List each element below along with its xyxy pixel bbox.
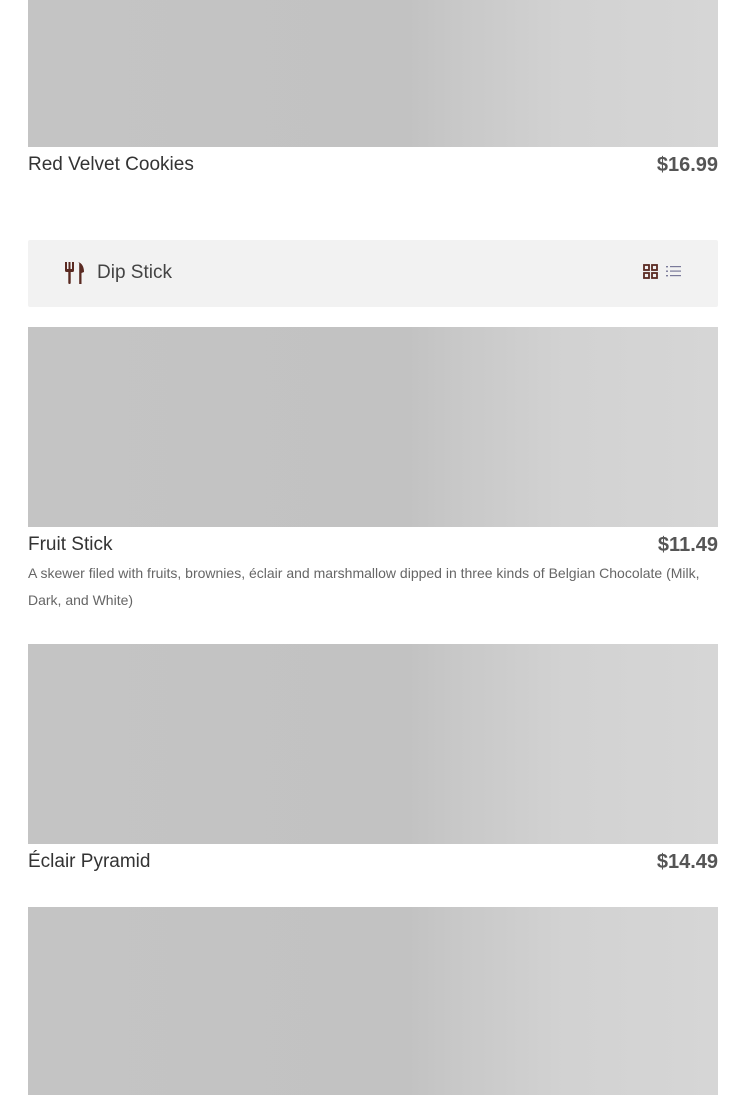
view-toggle	[642, 263, 682, 280]
grid-view-icon[interactable]	[642, 263, 659, 280]
utensils-icon	[65, 262, 85, 284]
item-price: $11.49	[657, 534, 718, 556]
menu-page: Red Velvet Cookies $16.99 Dip Stick Frui…	[0, 0, 745, 1095]
category-header: Dip Stick	[28, 240, 718, 307]
item-description: A skewer filed with fruits, brownies, éc…	[28, 565, 700, 608]
item-price: $16.99	[656, 154, 718, 176]
item-name[interactable]: Fruit Stick	[28, 533, 112, 557]
item-name[interactable]: Red Velvet Cookies	[28, 153, 194, 177]
item-image-eclair-pyramid[interactable]	[28, 644, 718, 844]
item-image[interactable]	[28, 907, 718, 1095]
item-image-red-velvet-cookies[interactable]	[28, 0, 718, 147]
list-view-icon[interactable]	[665, 263, 682, 280]
item-image-fruit-stick[interactable]	[28, 327, 718, 527]
item-name[interactable]: Éclair Pyramid	[28, 850, 150, 874]
item-price: $14.49	[656, 851, 718, 873]
category-title: Dip Stick	[97, 262, 172, 283]
